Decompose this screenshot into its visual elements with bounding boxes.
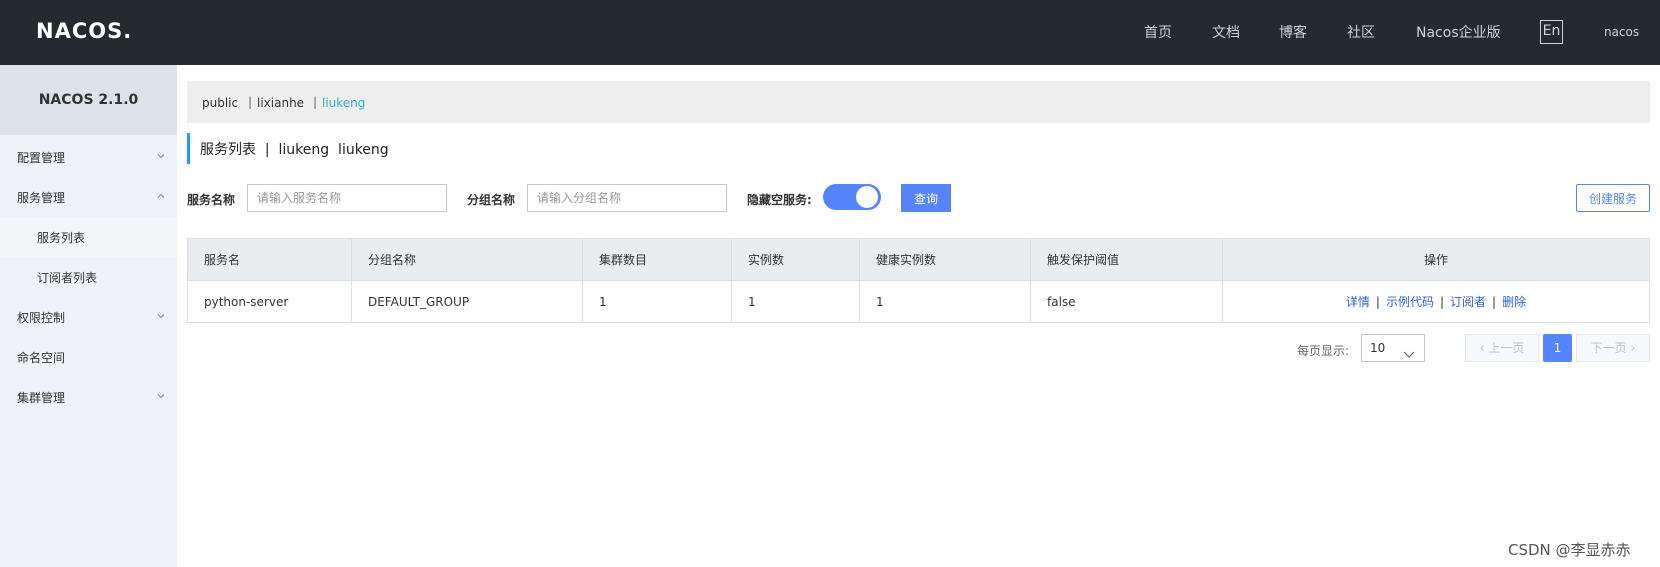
cell-cluster-count: 1	[582, 280, 732, 323]
next-page-label: 下一页	[1590, 341, 1627, 355]
sidebar-item-label: 服务列表	[37, 230, 86, 245]
cell-service-name: python-server	[187, 280, 352, 323]
service-name-input[interactable]	[247, 184, 447, 212]
hide-empty-label: 隐藏空服务:	[747, 193, 812, 207]
sidebar-item-label: 订阅者列表	[37, 270, 98, 285]
chevron-down-icon	[157, 392, 165, 400]
namespace-separator: |	[248, 95, 253, 109]
column-header: 实例数	[731, 238, 860, 281]
subscribers-link[interactable]: 订阅者	[1450, 295, 1486, 309]
namespace-bar: public | lixianhe | liukeng	[187, 81, 1650, 123]
group-name-input[interactable]	[527, 184, 727, 212]
user-name[interactable]: nacos	[1604, 25, 1639, 39]
column-header: 操作	[1222, 238, 1650, 281]
op-separator: |	[1375, 295, 1380, 309]
details-link[interactable]: 详情	[1346, 295, 1370, 309]
chevron-right-icon: ›	[1630, 341, 1636, 355]
namespace-separator: |	[313, 95, 318, 109]
sidebar-item-service-list[interactable]: 服务列表	[0, 217, 177, 257]
page-size-label: 每页显示:	[1297, 344, 1350, 358]
watermark: CSDN @李显赤赤	[1508, 541, 1631, 559]
sidebar-item-access-control[interactable]: 权限控制	[0, 297, 177, 337]
sample-code-link[interactable]: 示例代码	[1386, 295, 1434, 309]
sidebar-item-namespace[interactable]: 命名空间	[0, 337, 177, 377]
column-header: 分组名称	[351, 238, 583, 281]
delete-link[interactable]: 删除	[1502, 295, 1526, 309]
sidebar-item-label: 命名空间	[17, 350, 66, 365]
service-name-label: 服务名称	[187, 193, 236, 207]
create-service-button[interactable]: 创建服务	[1576, 184, 1650, 212]
sidebar-item-subscriber-list[interactable]: 订阅者列表	[0, 257, 177, 297]
prev-page-label: 上一页	[1488, 341, 1525, 355]
page-size-value: 10	[1370, 341, 1386, 355]
sidebar-item-label: 权限控制	[17, 310, 66, 325]
chevron-down-icon	[1403, 343, 1415, 369]
column-header: 集群数目	[582, 238, 732, 281]
column-header: 触发保护阈值	[1030, 238, 1223, 281]
nacos-logo[interactable]: NACOS.	[36, 18, 132, 44]
language-switch-button[interactable]: En	[1540, 20, 1563, 44]
op-separator: |	[1439, 295, 1445, 309]
group-name-label: 分组名称	[467, 193, 516, 207]
nav-home[interactable]: 首页	[1144, 22, 1172, 42]
query-button[interactable]: 查询	[901, 184, 951, 212]
page-number-current[interactable]: 1	[1543, 334, 1572, 362]
service-table: 服务名 分组名称 集群数目 实例数 健康实例数 触发保护阈值 操作 python…	[187, 238, 1650, 323]
hide-empty-toggle[interactable]	[823, 184, 881, 210]
sidebar-item-cluster-management[interactable]: 集群管理	[0, 377, 177, 417]
chevron-up-icon	[157, 192, 165, 200]
namespace-liukeng[interactable]: liukeng	[322, 96, 365, 110]
namespace-lixianhe[interactable]: lixianhe	[257, 96, 304, 110]
sidebar-item-label: 集群管理	[17, 390, 66, 405]
namespace-public[interactable]: public	[202, 96, 238, 110]
cell-operations: 详情 | 示例代码 | 订阅者 | 删除	[1222, 280, 1650, 323]
next-page-button[interactable]: 下一页 ›	[1576, 334, 1650, 362]
prev-page-button[interactable]: ‹ 上一页	[1465, 334, 1539, 362]
chevron-down-icon	[157, 152, 165, 160]
top-header: NACOS. 首页 文档 博客 社区 Nacos企业版 En nacos	[0, 0, 1660, 65]
nav-docs[interactable]: 文档	[1212, 22, 1240, 42]
cell-group-name: DEFAULT_GROUP	[351, 280, 583, 323]
sidebar-item-label: 配置管理	[17, 150, 66, 165]
table-header-row: 服务名 分组名称 集群数目 实例数 健康实例数 触发保护阈值 操作	[187, 238, 1650, 281]
column-header: 健康实例数	[859, 238, 1031, 281]
nav-community[interactable]: 社区	[1347, 22, 1375, 42]
table-row: python-server DEFAULT_GROUP 1 1 1 false …	[187, 280, 1650, 323]
chevron-down-icon	[157, 312, 165, 320]
cell-instance-count: 1	[731, 280, 860, 323]
page-title: 服务列表 | liukeng liukeng	[187, 133, 389, 164]
cell-healthy-count: 1	[859, 280, 1031, 323]
sidebar-item-service-management[interactable]: 服务管理	[0, 177, 177, 217]
op-separator: |	[1492, 295, 1497, 309]
sidebar-version-title: NACOS 2.1.0	[0, 65, 177, 135]
chevron-left-icon: ‹	[1479, 341, 1485, 355]
page-size-select[interactable]: 10	[1361, 334, 1425, 362]
cell-threshold: false	[1030, 280, 1223, 323]
nav-enterprise[interactable]: Nacos企业版	[1416, 22, 1501, 42]
toggle-knob	[856, 186, 878, 208]
sidebar-item-label: 服务管理	[17, 190, 66, 205]
column-header: 服务名	[187, 238, 352, 281]
nav-blog[interactable]: 博客	[1279, 22, 1307, 42]
sidebar-item-config-management[interactable]: 配置管理	[0, 137, 177, 177]
